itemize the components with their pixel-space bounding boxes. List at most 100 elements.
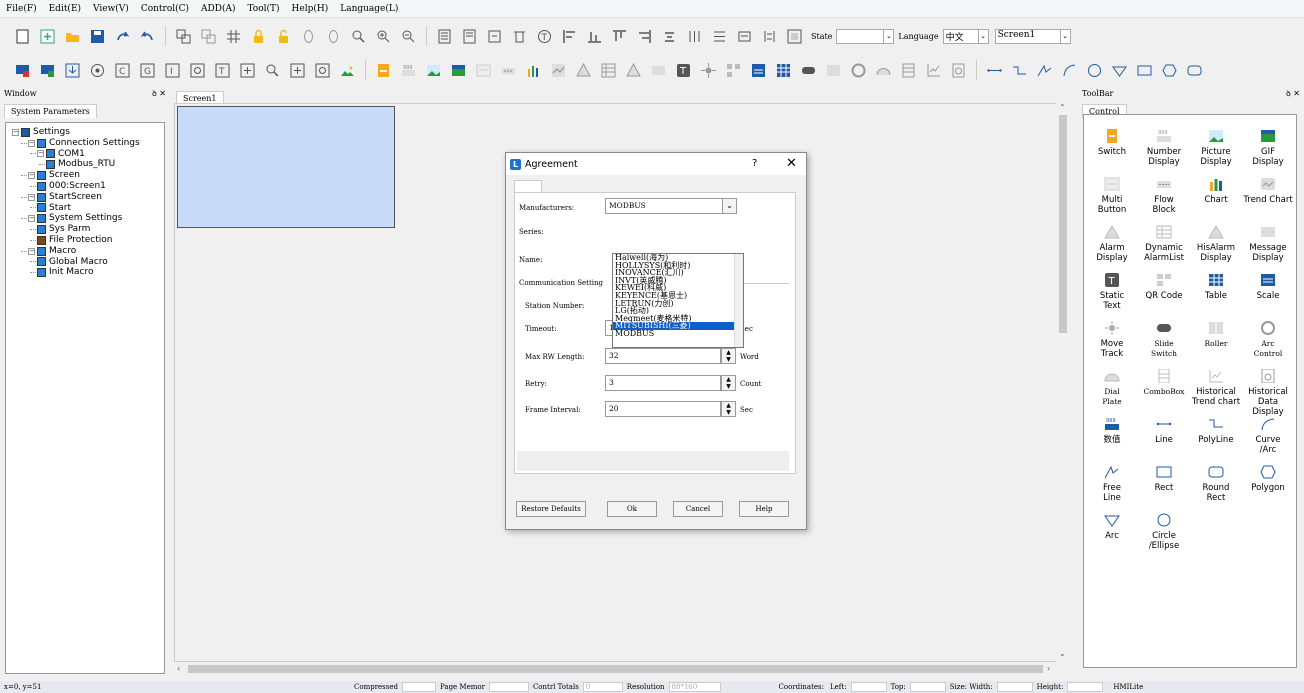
retry-spinner[interactable]: ▲ ▼ — [721, 375, 736, 391]
control-alarm[interactable]: Alarm Display — [1086, 225, 1138, 269]
state-select[interactable] — [836, 28, 885, 44]
text-tool-icon[interactable]: T — [537, 29, 552, 44]
scroll-right-icon[interactable]: › — [1047, 664, 1050, 673]
tree-node[interactable]: − System Settings — [8, 213, 162, 224]
horizontal-scroll-thumb[interactable] — [188, 665, 1043, 673]
align-left-icon[interactable] — [562, 29, 577, 44]
control-curve[interactable]: Curve/Arc — [1242, 417, 1294, 461]
control-roller[interactable]: Roller — [1190, 321, 1242, 365]
table-tool-icon[interactable] — [776, 63, 791, 78]
static-text-tool-icon[interactable]: T — [676, 63, 691, 78]
align-middle-icon[interactable] — [662, 29, 677, 44]
dialog-close-button[interactable]: ✕ — [786, 156, 797, 171]
copy-icon[interactable] — [176, 29, 191, 44]
control-dial[interactable]: Dial Plate — [1086, 369, 1138, 413]
flow-tool-icon[interactable] — [501, 63, 516, 78]
manufacturers-dropdown-list[interactable]: Haiwell(海为) HOLLYSYS(和利时) INOVANCE(汇川) INVT… — [612, 253, 744, 348]
image-icon[interactable] — [340, 63, 355, 78]
roundrect-tool-icon[interactable] — [1187, 63, 1202, 78]
menu-item-5[interactable]: Tool(T) — [248, 4, 280, 14]
tree-node[interactable]: Global Macro — [8, 257, 162, 268]
menu-item-4[interactable]: ADD(A) — [201, 4, 235, 14]
lock-icon[interactable] — [251, 29, 266, 44]
control-flow[interactable]: Flow Block — [1138, 177, 1190, 221]
save-icon[interactable] — [90, 29, 105, 44]
tree-expander-icon[interactable]: − — [28, 247, 35, 255]
layer-up-icon[interactable] — [301, 29, 316, 44]
control-freeline[interactable]: Free Line — [1086, 465, 1138, 509]
line-tool-icon[interactable] — [987, 63, 1002, 78]
rect-tool-icon[interactable] — [1137, 63, 1152, 78]
number-tool-icon[interactable]: 999 — [401, 63, 416, 78]
tree-node[interactable]: Sys Parm — [8, 224, 162, 235]
slide-tool-icon[interactable] — [801, 63, 816, 78]
copy-screen-icon[interactable] — [437, 29, 452, 44]
polygon-tool-icon[interactable] — [1162, 63, 1177, 78]
zoom-icon[interactable] — [351, 29, 366, 44]
control-move[interactable]: Move Track — [1086, 321, 1138, 365]
control-histrend[interactable]: Historical Trend chart — [1190, 369, 1242, 413]
max-rw-length-input[interactable]: 32 — [605, 348, 721, 364]
simulate-icon[interactable] — [90, 63, 105, 78]
histrend-tool-icon[interactable] — [926, 63, 941, 78]
new-file-icon[interactable] — [15, 29, 30, 44]
group-icon[interactable] — [787, 29, 802, 44]
arc-tool-icon[interactable] — [851, 63, 866, 78]
gif-tool-icon[interactable] — [451, 63, 466, 78]
tree-node[interactable]: Init Macro — [8, 267, 162, 278]
manufacturers-select[interactable]: MODBUS — [605, 198, 723, 214]
same-size-icon[interactable] — [737, 29, 752, 44]
screen-preview[interactable] — [177, 106, 395, 228]
download-icon[interactable] — [15, 63, 30, 78]
language-select[interactable]: 中文 — [942, 28, 979, 44]
tree-node[interactable]: − Screen — [8, 170, 162, 181]
state-dropdown-arrow[interactable]: ⌄ — [883, 28, 895, 44]
control-number[interactable]: 999 Number Display — [1138, 129, 1190, 173]
plus-box-icon[interactable] — [290, 63, 305, 78]
same-width-icon[interactable] — [762, 29, 777, 44]
align-bottom-icon[interactable] — [587, 29, 602, 44]
redo-icon[interactable] — [115, 29, 130, 44]
trend-tool-icon[interactable] — [551, 63, 566, 78]
tree-expander-icon[interactable]: − — [12, 128, 19, 136]
control-rect[interactable]: Rect — [1138, 465, 1190, 509]
freeline-tool-icon[interactable] — [1037, 63, 1052, 78]
control-chart[interactable]: Chart — [1190, 177, 1242, 221]
control-roundrect[interactable]: Round Rect — [1190, 465, 1242, 509]
undo-icon[interactable] — [140, 29, 155, 44]
language-dropdown-arrow[interactable]: ⌄ — [977, 28, 989, 44]
his-alarm-tool-icon[interactable] — [626, 62, 641, 78]
alarm-tool-icon[interactable] — [576, 62, 591, 78]
circle-tool-icon[interactable] — [1087, 63, 1102, 78]
find-icon[interactable] — [265, 63, 280, 78]
align-right-icon[interactable] — [637, 29, 652, 44]
control-trend[interactable]: Trend Chart — [1242, 177, 1294, 221]
roller-tool-icon[interactable] — [826, 63, 841, 78]
scroll-up-icon[interactable]: ⌃ — [1059, 103, 1066, 112]
tree-node[interactable]: File Protection — [8, 235, 162, 246]
control-text[interactable]: T Static Text — [1086, 273, 1138, 317]
horizontal-scrollbar[interactable]: ‹ › — [174, 662, 1058, 676]
message-tool-icon[interactable] — [651, 63, 666, 78]
grid-icon[interactable] — [226, 29, 241, 44]
input-icon[interactable]: I — [165, 63, 180, 78]
menu-item-1[interactable]: Edit(E) — [49, 4, 81, 14]
tree-node[interactable]: − Settings — [8, 127, 162, 138]
cancel-button[interactable]: Cancel — [673, 501, 723, 517]
control-switch[interactable]: Switch — [1086, 129, 1138, 173]
control-table[interactable]: Table — [1190, 273, 1242, 317]
menu-item-6[interactable]: Help(H) — [292, 4, 329, 14]
tree-node[interactable]: − Connection Settings — [8, 138, 162, 149]
control-combo[interactable]: ComboBox — [1138, 369, 1190, 413]
menu-item-7[interactable]: Language(L) — [340, 4, 398, 14]
control-scale[interactable]: Scale — [1242, 273, 1294, 317]
qr-tool-icon[interactable] — [726, 63, 741, 78]
component-icon[interactable] — [487, 29, 502, 44]
at-icon[interactable] — [315, 63, 330, 78]
move-tool-icon[interactable] — [701, 62, 716, 78]
layer-down-icon[interactable] — [326, 29, 341, 44]
zoom-out-icon[interactable] — [401, 29, 416, 44]
tree-expander-icon[interactable]: − — [28, 215, 35, 223]
menu-item-0[interactable]: File(F) — [6, 4, 37, 14]
combo-tool-icon[interactable] — [901, 63, 916, 78]
